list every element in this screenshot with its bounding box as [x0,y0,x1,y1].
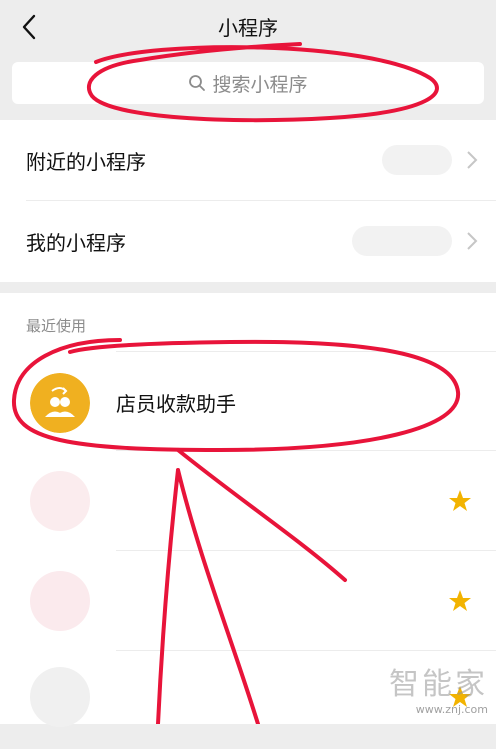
my-mini-programs-label: 我的小程序 [26,231,126,255]
search-bar[interactable]: 搜索小程序 [12,62,484,104]
divider [116,351,496,352]
recent-app-item[interactable] [0,453,496,549]
menu-section: 附近的小程序 我的小程序 [0,120,496,282]
nearby-mini-programs-row[interactable]: 附近的小程序 [0,120,496,200]
recent-app-item[interactable] [0,553,496,649]
watermark-text: 智能家 [389,667,488,702]
chevron-right-icon [467,232,478,250]
search-icon [189,75,206,91]
nearby-mini-programs-label: 附近的小程序 [26,150,146,174]
divider [116,550,496,551]
search-placeholder: 搜索小程序 [212,73,308,96]
recent-label: 最近使用 [26,317,87,335]
recent-app-item[interactable]: 店员收款助手 [0,353,496,449]
watermark-url: www.znj.com [415,703,488,716]
blurred-preview-icon [382,145,452,175]
my-mini-programs-row[interactable]: 我的小程序 [0,201,496,281]
star-icon[interactable] [448,589,472,613]
page-title: 小程序 [218,16,278,40]
blurred-app-icon [30,667,90,727]
app-name: 店员收款助手 [116,392,236,416]
nav-bar: 小程序 [0,0,496,58]
divider [116,450,496,451]
star-icon[interactable] [448,489,472,513]
chevron-right-icon [467,151,478,169]
blurred-app-icon [30,571,90,631]
divider [116,650,496,651]
blurred-app-icon [30,471,90,531]
watermark: 智能家 www.znj.com [389,659,488,716]
two-people-arrow-icon [30,373,90,433]
blurred-preview-icon [352,226,452,256]
